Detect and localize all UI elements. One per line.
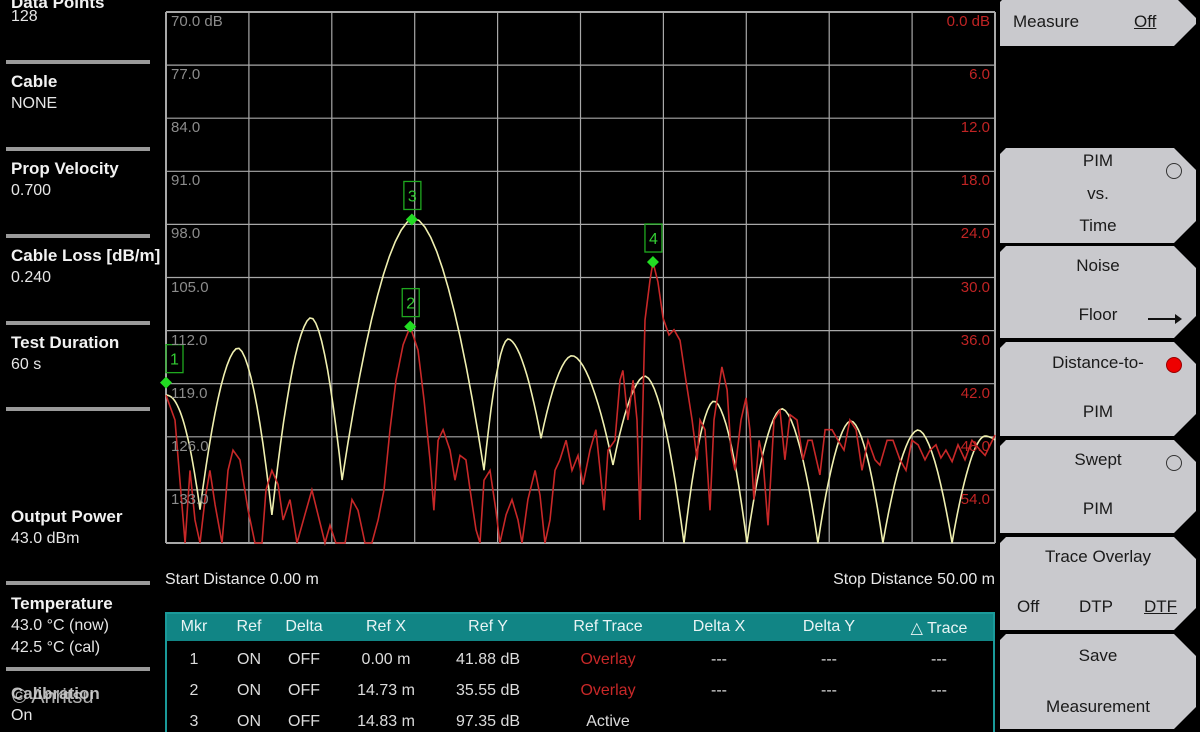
left-axis-tick: 119.0 [171,384,208,402]
marker-label: 1 [170,352,179,369]
left-axis-tick: 112.0 [171,331,208,349]
pim-vs-time-label: Time [1079,216,1117,235]
radio-off-icon [1166,163,1182,179]
left-axis-tick: 105.0 [171,278,209,296]
marker-table-cell: ON [237,682,261,699]
distance-to-pim-label: PIM [1082,402,1114,421]
marker-table-cell: --- [711,651,727,668]
right-axis-tick: 18.0 [960,172,990,190]
marker-table-cell: 3 [189,713,199,730]
trace-overlay-button[interactable]: Trace Overlay Off DTP DTF [1000,537,1196,630]
measure-label: Measure [1013,12,1080,31]
distance-to-pim-button[interactable]: Distance-to- PIM [1000,342,1196,436]
marker-diamond [405,213,418,226]
submenu-arrow-head-icon [1175,314,1182,324]
right-axis-tick: 54.0 [960,490,990,508]
marker-table-cell: OFF [288,682,320,699]
submenu-arrow-icon [1148,318,1178,320]
right-axis-tick: 6.0 [969,66,990,84]
stop-distance: Stop Distance 50.00 m [833,571,995,588]
temperature-cal: 42.5 °C (cal) [11,639,101,656]
dtp-chart: 1 2 3 4 [160,11,996,547]
left-axis-tick: 91.0 [171,172,201,190]
marker-table: Mkr Ref Delta Ref X Ref Y Ref Trace Delta X Del… [165,612,995,732]
marker-table-cell: 41.88 dB [455,651,521,668]
noise-floor-label: Noise [1076,256,1120,275]
right-axis-tick: 0.0 dB [946,13,990,30]
marker-table-cell: OFF [288,651,320,668]
right-axis-tick: 42.0 [960,384,990,402]
marker-table-cell: ON [237,713,261,730]
left-axis-tick: 84.0 [171,119,201,137]
marker-diamond [646,256,659,269]
marker-table-cell: OFF [288,713,320,730]
radio-off-icon [1166,455,1182,471]
trace-overlay-dtp: DTP [1079,597,1113,616]
divider [6,667,150,671]
marker-table-cell: 97.35 dB [455,713,521,730]
marker-table-cell: 35.55 dB [455,682,521,699]
marker-table-cell: ON [237,651,261,668]
column-header: Ref X [365,618,407,635]
trace-overlay-label: Trace Overlay [1044,547,1152,566]
marker-table-cell: Overlay [580,651,636,668]
left-axis-tick: 126.0 [171,437,209,455]
column-header: Delta [285,618,323,635]
marker-table-cell: Overlay [580,682,636,699]
column-header: △ Trace [910,620,968,637]
right-axis-tick: 24.0 [960,225,990,243]
pim-vs-time-button[interactable]: PIM vs. Time [1000,148,1196,243]
left-axis-tick: 77.0 [171,66,201,84]
anritsu-watermark: © Anritsu [12,686,94,708]
noise-floor-label: Floor [1078,305,1118,324]
marker-table-cell: 0.00 m [361,651,411,668]
save-measurement-label: Save [1078,646,1118,665]
save-measurement-label: Measurement [1046,697,1150,716]
trace-overlay-dtf: DTF [1144,597,1178,616]
marker-label: 3 [408,188,417,205]
marker-table-cell: 14.83 m [357,713,415,730]
marker-table-cell: --- [931,682,947,699]
measure-button[interactable]: Measure Off [1000,0,1196,46]
trace-overlay-off: Off [1017,597,1040,616]
right-axis-tick: 48.0 [960,437,990,455]
column-header: Ref Trace [573,618,643,635]
radio-on-icon [1166,357,1182,373]
right-axis-tick: 30.0 [960,278,990,296]
save-measurement-button[interactable]: Save Measurement [1000,634,1196,729]
marker-table-cell: Active [586,713,630,730]
left-axis-tick: 70.0 dB [171,13,223,30]
start-distance: Start Distance 0.00 m [165,571,319,588]
marker-table-cell: 1 [189,651,199,668]
temperature-now: 43.0 °C (now) [11,617,109,634]
column-header: Delta Y [802,618,856,635]
column-header: Delta X [692,618,746,635]
marker-table-cell: 14.73 m [357,682,415,699]
marker-table-cell: --- [821,682,837,699]
right-axis-tick: 36.0 [960,331,990,349]
column-header: Ref Y [468,618,508,635]
pim-vs-time-label: vs. [1087,184,1109,203]
marker-label: 4 [649,231,658,248]
calibration-value: On [11,707,33,724]
swept-pim-button[interactable]: Swept PIM [1000,440,1196,533]
left-axis-tick: 98.0 [171,225,201,243]
marker-table-cell: --- [711,682,727,699]
measure-value: Off [1134,12,1157,31]
marker-table-cell: --- [931,651,947,668]
noise-floor-button[interactable]: Noise Floor [1000,246,1196,338]
swept-pim-label: PIM [1082,499,1114,518]
marker-table-cell: --- [821,651,837,668]
column-header: Mkr [180,618,208,635]
column-header: Ref [236,618,262,635]
marker-table-cell: 2 [189,682,199,699]
left-axis-tick: 133.0 [171,490,209,508]
marker-label: 2 [406,296,415,313]
right-axis-tick: 12.0 [960,119,990,137]
